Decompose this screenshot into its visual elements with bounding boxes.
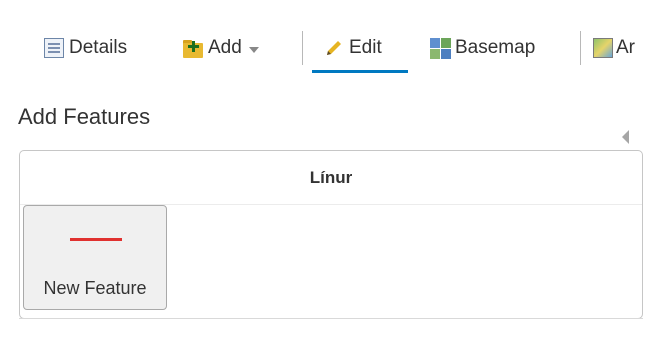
collapse-arrow-icon[interactable] (622, 130, 629, 144)
basemap-button-label: Basemap (455, 37, 536, 58)
pencil-icon (324, 38, 344, 58)
edit-button[interactable]: Edit (324, 30, 382, 66)
analysis-button-label: Ar (616, 37, 635, 58)
line-symbol-icon (70, 238, 122, 241)
analysis-button[interactable]: Ar (593, 30, 635, 66)
add-button-label: Add (208, 37, 242, 58)
add-button[interactable]: Add (183, 30, 259, 66)
main-toolbar: Details Add Edit Basemap Ar (0, 0, 662, 94)
analysis-map-icon (593, 38, 613, 58)
add-folder-icon (183, 37, 203, 59)
chevron-down-icon (248, 46, 259, 53)
details-button[interactable]: Details (44, 30, 127, 66)
panel-title: Add Features (18, 104, 151, 129)
toolbar-separator (580, 31, 581, 65)
map-viewer-edit-panel: Details Add Edit Basemap Ar Add Features… (0, 0, 662, 350)
template-group-header: Línur (309, 167, 353, 187)
feature-template-picker: Línur New Feature (19, 150, 643, 319)
details-button-label: Details (69, 37, 128, 58)
feature-template-label: New Feature (43, 278, 147, 298)
divider (19, 318, 643, 319)
basemap-grid-icon (430, 37, 451, 59)
feature-template-new-feature[interactable]: New Feature (23, 205, 167, 310)
edit-button-label: Edit (349, 37, 382, 58)
basemap-button[interactable]: Basemap (430, 30, 535, 66)
active-tab-indicator (312, 70, 408, 73)
toolbar-separator (302, 31, 303, 65)
details-icon (44, 38, 64, 58)
